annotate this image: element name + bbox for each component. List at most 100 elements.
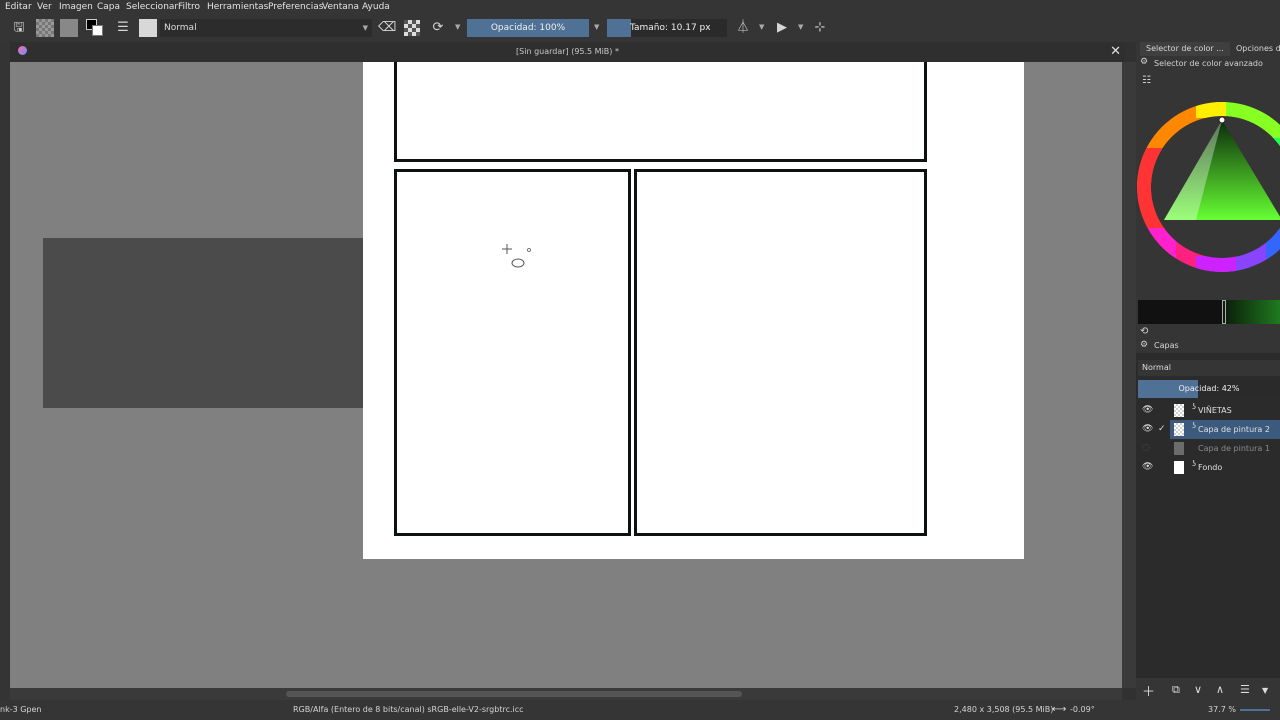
color-wheel-graphic[interactable] (1136, 98, 1280, 276)
layer-row[interactable]: 👁 ʖ Fondo (1136, 458, 1280, 477)
comic-panel-top (394, 62, 927, 162)
brush-name[interactable]: nk-3 Gpen (0, 700, 42, 720)
document-title[interactable]: [Sin guardar] (95.5 MiB) * (10, 42, 1125, 62)
menu-ver[interactable]: Ver (37, 0, 52, 14)
green-gradient (1222, 300, 1280, 324)
layer-name: VIÑETAS (1198, 406, 1232, 415)
strip-handle[interactable] (1222, 300, 1226, 324)
menu-bar: Editar Ver Imagen Capa Seleccionar Filtr… (0, 0, 1280, 14)
eye-icon[interactable]: 👁 (1142, 458, 1153, 477)
document-page[interactable] (363, 62, 1024, 559)
chevron-down-icon[interactable]: ▼ (455, 23, 460, 31)
layer-name: Capa de pintura 1 (1198, 444, 1270, 453)
chevron-down-icon[interactable]: ▼ (798, 23, 803, 31)
menu-herramientas[interactable]: Herramientas (207, 0, 268, 14)
wrap-around-icon[interactable]: ⊹ (811, 19, 829, 37)
zoom-slider[interactable] (1240, 709, 1270, 711)
tab-color-selector[interactable]: Selector de color ... (1140, 42, 1230, 56)
left-dock-edge (0, 42, 10, 700)
chevron-down-icon[interactable]: ▼ (1262, 686, 1268, 695)
layers-title: Capas (1154, 341, 1179, 350)
brush-preset-thumb-icon[interactable] (139, 19, 157, 37)
size-label: Tamaño: 10.17 px (630, 23, 711, 33)
add-layer-icon[interactable]: ＋ (1142, 681, 1155, 700)
layer-opacity-slider[interactable]: Opacidad: 42% (1138, 380, 1280, 398)
scrollbar-thumb[interactable] (286, 691, 742, 697)
brush-cursor-icon (502, 244, 531, 268)
menu-preferencias[interactable]: Preferencias (268, 0, 323, 14)
image-dimensions: 2,480 x 3,508 (95.5 MiB) (954, 705, 1054, 714)
comic-panel-bottom-right (634, 169, 927, 536)
right-docker: Selector de color ... Opciones de ⚙ Sele… (1136, 42, 1280, 700)
alpha-lock-icon[interactable] (404, 20, 420, 36)
mirror-horizontal-icon[interactable]: ⏃ (734, 19, 752, 37)
fg-bg-colors-icon[interactable] (86, 19, 104, 37)
layer-blend-mode-select[interactable]: Normal (1138, 360, 1280, 376)
layer-row[interactable]: 👁 ʖ VIÑETAS (1136, 401, 1280, 420)
rotate-icon[interactable]: ⟷ (1052, 700, 1066, 720)
blend-mode-value: Normal (164, 23, 197, 33)
tab-tool-options[interactable]: Opciones de (1230, 42, 1280, 56)
gradient-icon[interactable] (36, 19, 54, 37)
close-icon[interactable]: ✕ (1110, 42, 1121, 62)
layers-header: Capas (1136, 339, 1280, 353)
vertical-scrollbar[interactable] (1122, 62, 1136, 688)
comic-panel-bottom-left (394, 169, 631, 536)
size-slider[interactable]: Tamaño: 10.17 px (607, 19, 727, 37)
layer-properties-icon[interactable]: ☰ (1240, 683, 1250, 696)
zoom-value[interactable]: 37.7 % (1208, 700, 1236, 720)
canvas-shape (43, 238, 363, 408)
eye-icon[interactable]: 👁 (1142, 420, 1153, 439)
reload-preset-icon[interactable]: ⟳ (429, 19, 447, 37)
tool-options-bar: 🖫 ☰ Normal ▼ ⌫ ⟳ ▼ Opacidad: 100% ▼ Tama… (0, 14, 1280, 42)
chevron-down-icon[interactable]: ▼ (759, 23, 764, 31)
menu-ventana[interactable]: Ventana (322, 0, 359, 14)
canvas-area[interactable] (10, 62, 1122, 688)
krita-logo-icon (18, 46, 27, 55)
horizontal-scrollbar[interactable] (10, 688, 1122, 700)
eye-hidden-icon[interactable]: ◌ (1142, 439, 1150, 458)
refresh-icon[interactable]: ⟲ (1140, 326, 1148, 337)
settings-icon[interactable]: ⚙ (1140, 340, 1148, 350)
blend-mode-select[interactable]: Normal ▼ (160, 19, 372, 37)
layer-thumbnail (1174, 442, 1184, 455)
layer-row[interactable]: 👁 ✓ ʖ Capa de pintura 2 (1136, 420, 1280, 439)
mirror-vertical-icon[interactable]: ▶ (773, 19, 791, 37)
brush-presets-icon[interactable]: ☰ (114, 19, 132, 37)
color-wheel[interactable] (1136, 98, 1280, 276)
opacity-slider[interactable]: Opacidad: 100% (467, 19, 589, 37)
layer-row[interactable]: ◌ Capa de pintura 1 (1136, 439, 1280, 458)
layer-name: Fondo (1198, 463, 1223, 472)
settings-icon[interactable]: ⚙ (1140, 57, 1148, 67)
list-icon[interactable]: ☷ (1142, 75, 1151, 86)
save-icon[interactable]: 🖫 (10, 19, 28, 37)
move-up-icon[interactable]: ∧ (1216, 683, 1224, 696)
menu-imagen[interactable]: Imagen (59, 0, 93, 14)
chevron-down-icon[interactable]: ▼ (594, 23, 599, 31)
move-down-icon[interactable]: ∨ (1194, 683, 1202, 696)
duplicate-layer-icon[interactable]: ⧉ (1172, 683, 1180, 697)
layer-name: Capa de pintura 2 (1198, 425, 1270, 434)
menu-filtro[interactable]: Filtro (178, 0, 200, 14)
rotation-value[interactable]: -0.09° (1070, 700, 1095, 720)
document-tab-bar: [Sin guardar] (95.5 MiB) * ✕ (10, 42, 1125, 62)
layer-thumbnail (1174, 423, 1184, 436)
layer-opacity-label: Opacidad: 42% (1178, 384, 1240, 393)
check-icon: ✓ (1158, 424, 1166, 434)
menu-ayuda[interactable]: Ayuda (362, 0, 390, 14)
eraser-icon[interactable]: ⌫ (378, 19, 396, 37)
pattern-icon[interactable] (60, 19, 78, 37)
opacity-label: Opacidad: 100% (490, 23, 566, 33)
menu-capa[interactable]: Capa (97, 0, 120, 14)
color-history-strip[interactable] (1138, 300, 1280, 324)
menu-editar[interactable]: Editar (5, 0, 32, 14)
layer-thumbnail (1174, 461, 1184, 474)
layer-thumbnail (1174, 404, 1184, 417)
layer-tools-bar: ＋ ⧉ ∨ ∧ ☰ ▼ (1136, 678, 1280, 700)
link-icon: ʖ (1192, 459, 1197, 468)
color-space-info: RGB/Alfa (Entero de 8 bits/canal) sRGB-e… (293, 705, 524, 714)
link-icon: ʖ (1192, 402, 1197, 411)
layer-blend-value: Normal (1142, 363, 1171, 372)
eye-icon[interactable]: 👁 (1142, 401, 1153, 420)
menu-seleccionar[interactable]: Seleccionar (126, 0, 178, 14)
